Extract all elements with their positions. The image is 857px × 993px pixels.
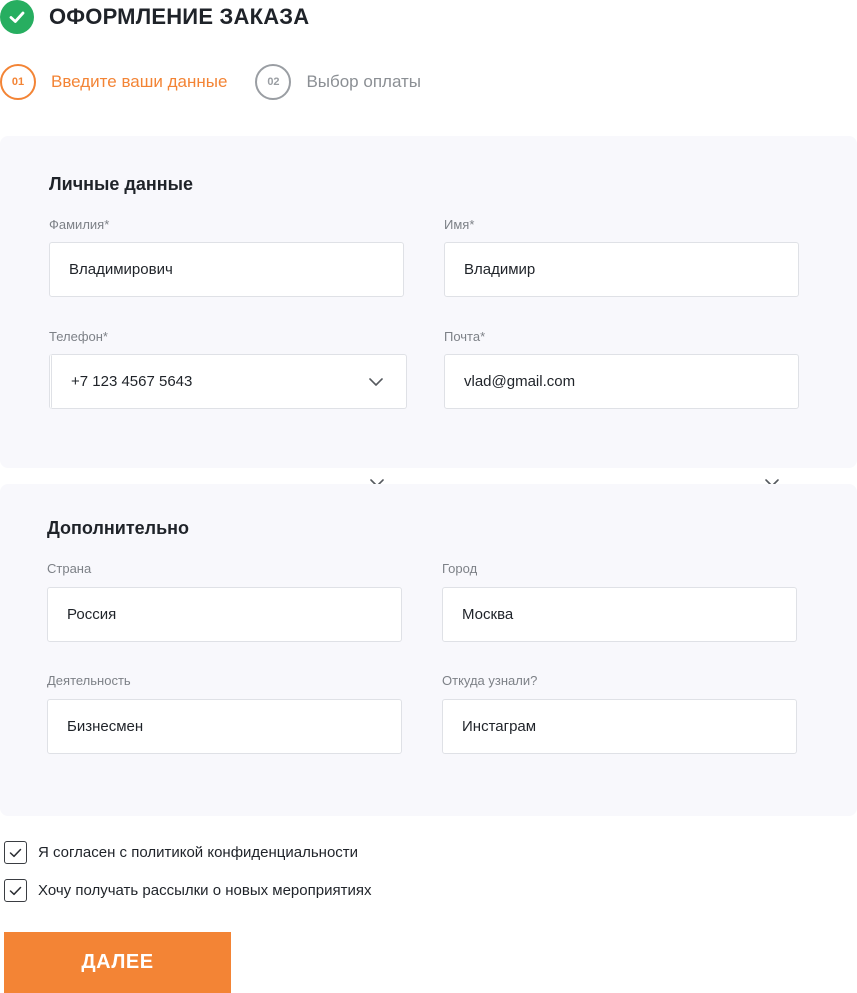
phone-label: Телефон*	[49, 329, 108, 344]
step-number: 02	[255, 64, 292, 100]
personal-data-card: Личные данные Фамилия* Владимирович Имя*…	[0, 136, 857, 468]
checkout-steps: 01 Введите ваши данные 02 Выбор оплаты	[0, 64, 449, 100]
step-label: Выбор оплаты	[306, 72, 422, 91]
privacy-consent-row[interactable]: Я согласен с политикой конфиденциальност…	[4, 841, 358, 864]
city-value: Москва	[462, 606, 514, 623]
email-value: vlad@gmail.com	[464, 373, 576, 390]
surname-label: Фамилия*	[49, 217, 110, 232]
privacy-checkbox[interactable]	[4, 841, 27, 864]
newsletter-consent-label: Хочу получать рассылки о новых мероприят…	[38, 882, 372, 899]
personal-data-title: Личные данные	[49, 174, 193, 194]
city-label: Город	[442, 561, 478, 576]
source-label: Откуда узнали?	[442, 673, 538, 688]
chevron-down-icon[interactable]	[368, 377, 384, 387]
surname-value: Владимирович	[69, 261, 173, 278]
source-field[interactable]: Инстаграм	[442, 699, 797, 754]
next-button[interactable]: ДАЛЕЕ	[4, 932, 231, 993]
checkmark-icon	[9, 886, 22, 895]
phone-field[interactable]: +7 123 4567 5643	[49, 354, 407, 409]
page-title: ОФОРМЛЕНИЕ ЗАКАЗА	[49, 4, 310, 29]
email-label: Почта*	[444, 329, 486, 344]
order-header: ОФОРМЛЕНИЕ ЗАКАЗА	[0, 0, 309, 34]
step-number: 01	[0, 64, 36, 100]
name-field[interactable]: Владимир	[444, 242, 799, 297]
phone-value: +7 123 4567 5643	[71, 373, 193, 390]
country-field[interactable]: Россия	[47, 587, 402, 642]
source-value: Инстаграм	[462, 718, 537, 735]
checkmark-icon	[9, 848, 22, 857]
check-icon	[0, 0, 34, 34]
additional-title: Дополнительно	[47, 518, 190, 538]
privacy-consent-label: Я согласен с политикой конфиденциальност…	[38, 844, 359, 861]
email-field[interactable]: vlad@gmail.com	[444, 354, 799, 409]
activity-field[interactable]: Бизнесмен	[47, 699, 402, 754]
surname-field[interactable]: Владимирович	[49, 242, 404, 297]
activity-label: Деятельность	[47, 673, 131, 688]
step-personal-data[interactable]: 01 Введите ваши данные	[0, 64, 227, 100]
step-payment[interactable]: 02 Выбор оплаты	[255, 64, 421, 100]
country-label: Страна	[47, 561, 92, 576]
newsletter-consent-row[interactable]: Хочу получать рассылки о новых мероприят…	[4, 879, 371, 902]
name-value: Владимир	[464, 261, 536, 278]
activity-value: Бизнесмен	[67, 718, 144, 735]
name-label: Имя*	[444, 217, 475, 232]
additional-card: Дополнительно Страна Россия Город Москва…	[0, 484, 857, 816]
city-field[interactable]: Москва	[442, 587, 797, 642]
newsletter-checkbox[interactable]	[4, 879, 27, 902]
country-value: Россия	[67, 606, 117, 623]
step-label: Введите ваши данные	[51, 72, 228, 91]
